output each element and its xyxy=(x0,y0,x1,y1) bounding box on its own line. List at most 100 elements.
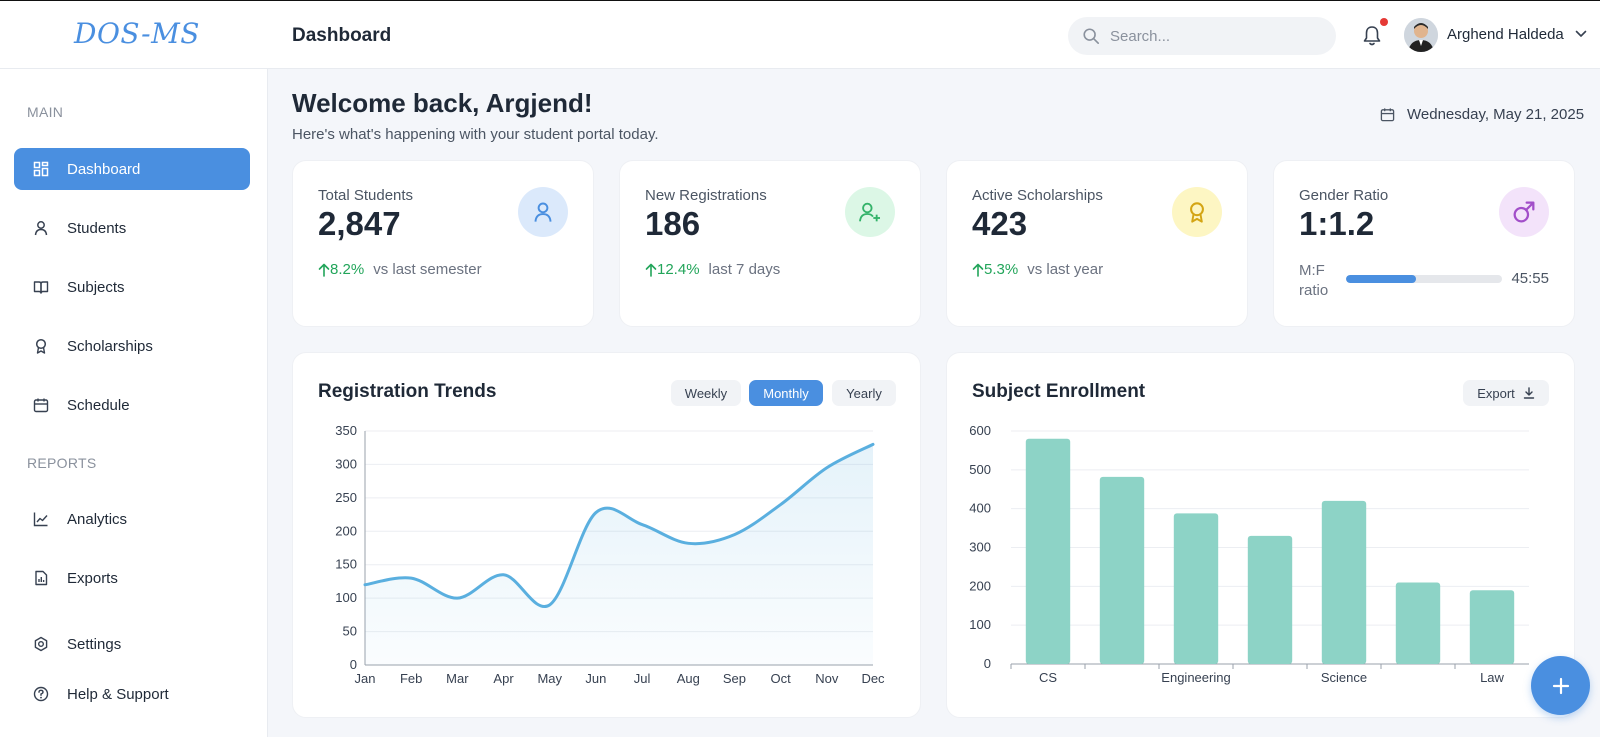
x-tick-label: Mar xyxy=(446,671,469,686)
x-tick-label: Science xyxy=(1321,670,1367,685)
y-tick-label: 300 xyxy=(969,540,991,555)
grid-icon xyxy=(33,161,49,177)
change-percent: 5.3% xyxy=(984,261,1019,278)
award-icon xyxy=(35,338,47,354)
user-name[interactable]: Arghend Haldeda xyxy=(1447,26,1564,43)
change-period: last 7 days xyxy=(708,261,781,278)
chart-line-icon xyxy=(33,512,48,527)
help-icon xyxy=(33,686,49,702)
avatar[interactable] xyxy=(1404,18,1438,52)
ratio-bar-fill xyxy=(1346,275,1417,283)
y-tick-label: 250 xyxy=(335,490,357,505)
change-period: vs last semester xyxy=(373,261,482,278)
user-icon xyxy=(534,202,552,222)
user-icon xyxy=(34,221,48,236)
bar xyxy=(1321,500,1367,664)
plus-icon xyxy=(1552,677,1569,694)
x-tick-label: Oct xyxy=(771,671,792,686)
y-tick-label: 0 xyxy=(984,656,991,671)
gear-icon xyxy=(34,636,48,652)
search-icon xyxy=(1083,28,1100,45)
stat-change: 12.4% last 7 days xyxy=(645,261,780,278)
x-tick-label: Jan xyxy=(355,671,376,686)
sidebar-item-label: Exports xyxy=(67,569,118,587)
y-tick-label: 50 xyxy=(343,624,357,639)
stat-label: Active Scholarships xyxy=(972,187,1103,204)
current-date: Wednesday, May 21, 2025 xyxy=(1380,106,1584,123)
bar xyxy=(1469,590,1515,664)
x-tick-label: Jul xyxy=(634,671,651,686)
chevron-down-icon[interactable] xyxy=(1575,29,1587,39)
award-icon xyxy=(1190,202,1204,223)
x-tick-label: Feb xyxy=(400,671,422,686)
stat-value: 423 xyxy=(972,205,1028,242)
y-tick-label: 500 xyxy=(969,462,991,477)
top-header: DOS-MS Dashboard Arghend Haldeda xyxy=(0,0,1600,69)
stat-icon-badge xyxy=(845,187,895,237)
sidebar-item-label: Settings xyxy=(67,635,122,653)
calendar-icon xyxy=(1380,108,1395,122)
sidebar-item-subjects[interactable]: Subjects xyxy=(14,266,250,308)
sidebar-item-students[interactable]: Students xyxy=(14,207,250,249)
sidebar-item-label: Help & Support xyxy=(67,685,169,703)
x-tick-label: Law xyxy=(1480,670,1504,685)
change-positive: 5.3% xyxy=(972,261,1018,278)
stat-value: 186 xyxy=(645,205,701,242)
registration-line-chart: 0 50 100 150 200 250 300 350 Jan Feb Mar Apr May Jun J… xyxy=(335,423,885,686)
stat-value: 2,847 xyxy=(318,205,401,242)
stat-icon-badge xyxy=(1172,187,1222,237)
sidebar-item-analytics[interactable]: Analytics xyxy=(14,498,250,540)
add-fab-button[interactable] xyxy=(1531,656,1590,715)
bar xyxy=(1247,535,1293,664)
app-logo[interactable]: DOS-MS xyxy=(74,17,200,50)
ratio-label: M:F ratio xyxy=(1299,262,1329,299)
x-tick-label: May xyxy=(537,671,562,686)
sidebar-item-help[interactable]: Help & Support xyxy=(14,673,250,715)
stat-card-new-registrations: New Registrations 186 12.4% last 7 days xyxy=(619,160,921,327)
x-tick-label: Dec xyxy=(861,671,885,686)
sidebar-item-label: Scholarships xyxy=(67,337,153,355)
bar xyxy=(1173,513,1219,664)
y-tick-label: 600 xyxy=(969,423,991,438)
y-tick-label: 400 xyxy=(969,501,991,516)
bar xyxy=(1395,582,1441,664)
section-label-main: MAIN xyxy=(27,104,64,120)
ratio-value: 45:55 xyxy=(1511,270,1549,287)
y-tick-label: 0 xyxy=(350,657,357,672)
stat-label: Total Students xyxy=(318,187,414,204)
change-positive: 12.4% xyxy=(645,261,700,278)
search-input[interactable] xyxy=(1110,17,1330,55)
arrow-up-icon xyxy=(318,263,330,277)
sidebar-item-label: Schedule xyxy=(67,396,130,414)
y-tick-label: 150 xyxy=(335,557,357,572)
y-tick-label: 100 xyxy=(969,617,991,632)
user-plus-icon xyxy=(859,202,880,222)
sidebar-item-scholarships[interactable]: Scholarships xyxy=(14,325,250,367)
y-tick-label: 350 xyxy=(335,423,357,438)
section-label-reports: REPORTS xyxy=(27,455,97,471)
x-tick-label: Sep xyxy=(723,671,746,686)
sidebar-item-exports[interactable]: Exports xyxy=(14,557,250,599)
sidebar-item-settings[interactable]: Settings xyxy=(14,623,250,665)
x-tick-label: Apr xyxy=(493,671,514,686)
search-box[interactable] xyxy=(1068,17,1336,55)
welcome-title: Welcome back, Argjend! xyxy=(292,88,593,118)
stat-change: 5.3% vs last year xyxy=(972,261,1103,278)
calendar-icon xyxy=(33,398,49,413)
sidebar: MAIN Dashboard Students Subjects Scholar… xyxy=(0,69,268,737)
sidebar-item-schedule[interactable]: Schedule xyxy=(14,384,250,426)
stat-label: New Registrations xyxy=(645,187,767,204)
sidebar-item-label: Students xyxy=(67,219,127,237)
notification-dot xyxy=(1380,18,1388,26)
registration-trends-card: Registration Trends Weekly Monthly Yearl… xyxy=(292,352,921,718)
x-tick-label: Engineering xyxy=(1161,670,1230,685)
series-area xyxy=(365,444,873,665)
stat-card-gender-ratio: Gender Ratio 1:1.2 M:F ratio 45:55 xyxy=(1273,160,1575,327)
file-chart-icon xyxy=(35,570,48,586)
bell-icon[interactable] xyxy=(1362,25,1382,47)
stat-icon-badge xyxy=(1499,187,1549,237)
x-tick-label: Aug xyxy=(677,671,700,686)
sidebar-item-label: Dashboard xyxy=(67,160,141,178)
sidebar-item-dashboard[interactable]: Dashboard xyxy=(14,148,250,190)
y-tick-label: 300 xyxy=(335,456,357,471)
